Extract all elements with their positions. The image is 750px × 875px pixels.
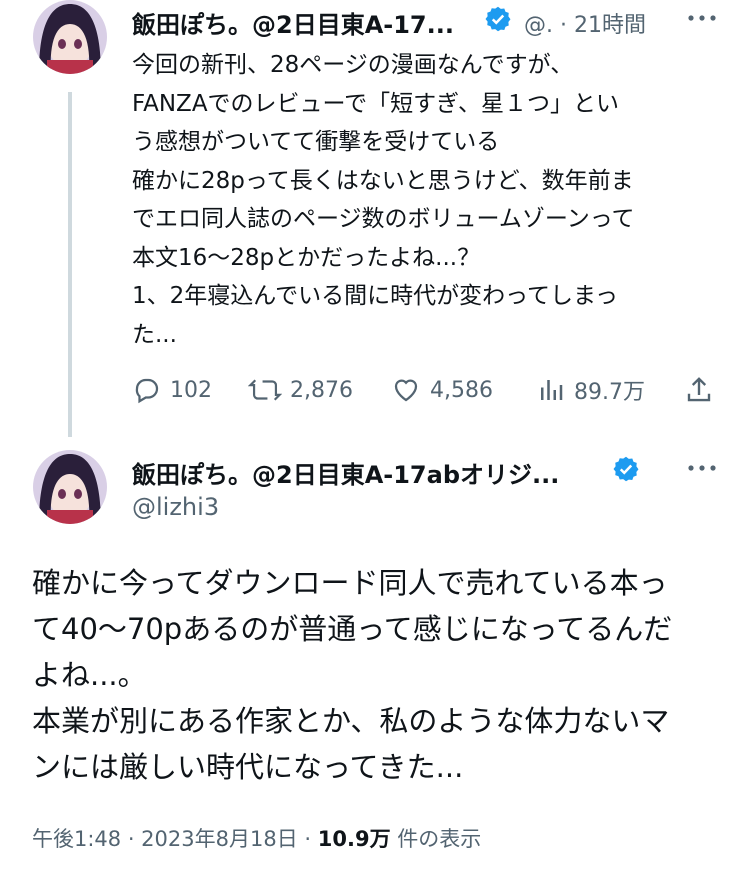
tweet-text-line: た... — [132, 321, 177, 348]
tweet-text-line: よね...。 — [32, 658, 147, 692]
more-icon[interactable] — [685, 3, 719, 39]
share-button[interactable] — [684, 370, 714, 410]
tweet-text-line: ンには厳しい時代になってきた... — [32, 750, 464, 784]
tweet-text: 確かに今ってダウンロード同人で売れている本っ て40〜70pあるのが普通って感じ… — [32, 560, 722, 790]
timestamp[interactable]: 21時間 — [574, 13, 646, 38]
avatar[interactable] — [33, 450, 107, 524]
view-label: 件の表示 — [397, 827, 482, 851]
tweet-text-line: て40〜70pあるのが普通って感じになってるんだ — [32, 612, 673, 646]
tweet-text-line: 本文16〜28pとかだったよね...？ — [132, 244, 481, 271]
verified-badge-icon — [613, 456, 639, 482]
tweet-footer: 午後1:48 · 2023年8月18日 · 10.9万 件の表示 — [32, 823, 481, 853]
view-count: 89.7万 — [574, 380, 645, 405]
reply-button[interactable]: 102 — [132, 370, 212, 410]
tweet-text: 今回の新刊、28ページの漫画なんですが、 FANZAでのレビューで「短すぎ、星１… — [132, 46, 722, 354]
like-button[interactable]: 4,586 — [390, 370, 493, 410]
tweet-text-line: でエロ同人誌のページ数のボリュームゾーンって — [132, 206, 635, 232]
reply-icon — [135, 378, 159, 404]
tweet-text-line: FANZAでのレビューで「短すぎ、星１つ」とい — [132, 90, 620, 117]
tweet-actions: 102 2,876 4,586 89.7万 — [132, 370, 722, 410]
avatar[interactable] — [33, 0, 107, 74]
timestamp[interactable]: 午後1:48 · 2023年8月18日 · — [32, 827, 318, 851]
retweet-button[interactable]: 2,876 — [248, 370, 353, 410]
views-button[interactable]: 89.7万 — [536, 370, 645, 410]
tweet-text-line: う感想がついてて衝撃を受けている — [132, 129, 500, 155]
views-icon — [541, 380, 563, 400]
tweet-text-line: 確かに28pって長くはないと思うけど、数年前ま — [132, 167, 634, 194]
tweet-text-line: 1、2年寝込んでいる間に時代が変わってしまっ — [132, 283, 619, 309]
reply-count: 102 — [170, 377, 212, 403]
separator: · — [560, 13, 567, 38]
share-icon — [687, 377, 711, 402]
thread-line — [68, 92, 72, 437]
tweet-text-line: 本業が別にある作家とか、私のような体力ないマ — [32, 704, 670, 738]
display-name[interactable]: 飯田ぽち。@2日目東A-17abオリジ... — [132, 455, 610, 490]
view-count: 10.9万 — [317, 827, 391, 851]
like-icon — [394, 379, 418, 402]
handle[interactable]: @lizhi3 — [132, 493, 219, 521]
handle[interactable]: @. — [524, 13, 553, 38]
tweet-meta: @. · 21時間 — [524, 7, 646, 39]
like-count: 4,586 — [430, 377, 493, 403]
retweet-count: 2,876 — [290, 377, 353, 403]
verified-badge-icon — [485, 6, 511, 32]
tweet-text-line: 今回の新刊、28ページの漫画なんですが、 — [132, 52, 574, 78]
retweet-icon — [248, 379, 282, 401]
more-icon[interactable] — [685, 453, 719, 489]
tweet-text-line: 確かに今ってダウンロード同人で売れている本っ — [32, 566, 668, 600]
display-name[interactable]: 飯田ぽち。@2日目東A-17... — [132, 5, 484, 40]
